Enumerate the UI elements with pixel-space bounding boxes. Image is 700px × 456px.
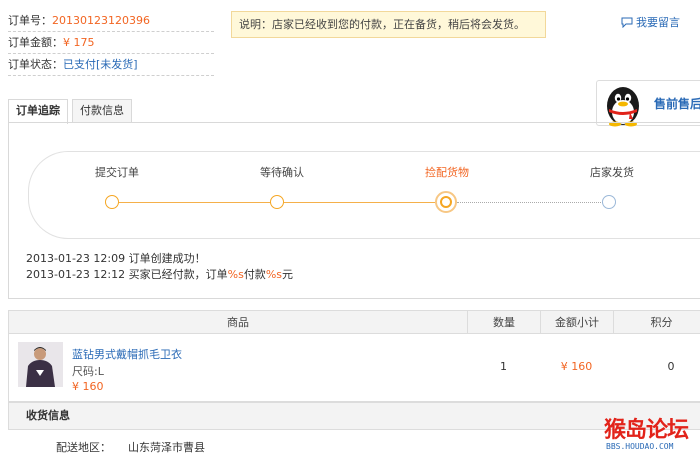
watermark-url: BBS.HOUDAO.COM xyxy=(606,442,674,451)
header-product: 商品 xyxy=(227,316,249,329)
shipping-region-label: 配送地区： xyxy=(56,441,111,454)
header-qty: 数量 xyxy=(467,311,540,334)
qq-penguin-icon xyxy=(607,87,639,127)
log-text: 买家已经付款，订单 xyxy=(128,268,228,281)
leave-message-label: 我要留言 xyxy=(636,16,680,29)
support-label: 售前售后 xyxy=(654,97,700,111)
header-subtotal: 金额小计 xyxy=(540,311,613,334)
order-tabs: 订单追踪 付款信息 xyxy=(8,99,136,124)
speech-bubble-icon xyxy=(621,17,633,28)
order-number-label: 订单号： xyxy=(8,14,52,27)
order-summary: 订单号：20130123120396 订单金额：¥ 175 订单状态：已支付[未… xyxy=(8,10,214,76)
shipping-info-header: 收货信息 xyxy=(8,402,700,430)
order-amount-row: 订单金额：¥ 175 xyxy=(8,32,214,54)
progress-node-confirm xyxy=(270,195,284,209)
order-notice: 说明：店家已经收到您的付款，正在备货，稍后将会发货。 xyxy=(231,11,546,38)
row-points: 0 xyxy=(667,360,675,373)
customer-support-button[interactable]: 售前售后 xyxy=(596,80,700,127)
product-table: 商品 数量 金额小计 积分 蓝钻男式戴帽抓毛卫衣 尺码:L ¥ 160 1 ¥ … xyxy=(8,310,700,402)
log-entry: 2013-01-23 12:09 订单创建成功！ xyxy=(26,250,206,266)
progress-node-shipping xyxy=(602,195,616,209)
header-points: 积分 xyxy=(613,311,700,334)
product-price: ¥ 160 xyxy=(72,380,104,393)
log-entry: 2013-01-23 12:12 买家已经付款，订单%s付款%s元 xyxy=(26,266,293,282)
table-header: 商品 数量 金额小计 积分 xyxy=(8,310,700,334)
order-number-value: 20130123120396 xyxy=(52,14,150,27)
log-time: 2013-01-23 12:12 xyxy=(26,268,126,281)
step-label-confirm: 等待确认 xyxy=(260,166,304,179)
order-number-row: 订单号：20130123120396 xyxy=(8,10,214,32)
watermark-text: 猴岛论坛 xyxy=(604,417,689,443)
step-label-shipping: 店家发货 xyxy=(590,166,634,179)
table-row: 蓝钻男式戴帽抓毛卫衣 尺码:L ¥ 160 1 ¥ 160 0 xyxy=(8,334,700,402)
order-status-value: 已支付[未发货] xyxy=(63,58,138,71)
step-label-submit: 提交订单 xyxy=(95,166,139,179)
progress-line-3 xyxy=(457,202,603,203)
progress-line-2 xyxy=(284,202,435,203)
progress-node-submit xyxy=(105,195,119,209)
log-text: 付款 xyxy=(243,268,266,281)
product-thumbnail[interactable] xyxy=(18,342,63,387)
row-subtotal: ¥ 160 xyxy=(560,360,593,373)
log-text: 元 xyxy=(282,268,293,281)
tab-payment-info[interactable]: 付款信息 xyxy=(72,99,132,123)
order-amount-value: ¥ 175 xyxy=(63,36,95,49)
product-size: 尺码:L xyxy=(72,365,104,378)
progress-node-picking xyxy=(435,191,457,213)
step-label-picking: 捡配货物 xyxy=(425,166,469,179)
product-name-link[interactable]: 蓝钻男式戴帽抓毛卫衣 xyxy=(72,346,182,362)
forum-watermark: 猴岛论坛 BBS.HOUDAO.COM xyxy=(604,412,700,456)
progress-line-1 xyxy=(119,202,271,203)
log-text: 订单创建成功！ xyxy=(128,252,206,265)
shipping-region-value: 山东菏泽市曹县 xyxy=(128,441,205,454)
order-status-row: 订单状态：已支付[未发货] xyxy=(8,54,214,76)
order-amount-label: 订单金额： xyxy=(8,36,63,49)
leave-message-link[interactable]: 我要留言 xyxy=(621,14,680,30)
product-photo xyxy=(18,342,63,387)
row-qty: 1 xyxy=(500,360,507,373)
tab-order-tracking[interactable]: 订单追踪 xyxy=(8,99,68,124)
log-highlight: %s xyxy=(265,268,282,281)
log-highlight: %s xyxy=(227,268,244,281)
order-status-label: 订单状态： xyxy=(8,58,63,71)
log-time: 2013-01-23 12:09 xyxy=(26,252,126,265)
shipping-region-row: 配送地区： 山东菏泽市曹县 xyxy=(56,439,205,455)
